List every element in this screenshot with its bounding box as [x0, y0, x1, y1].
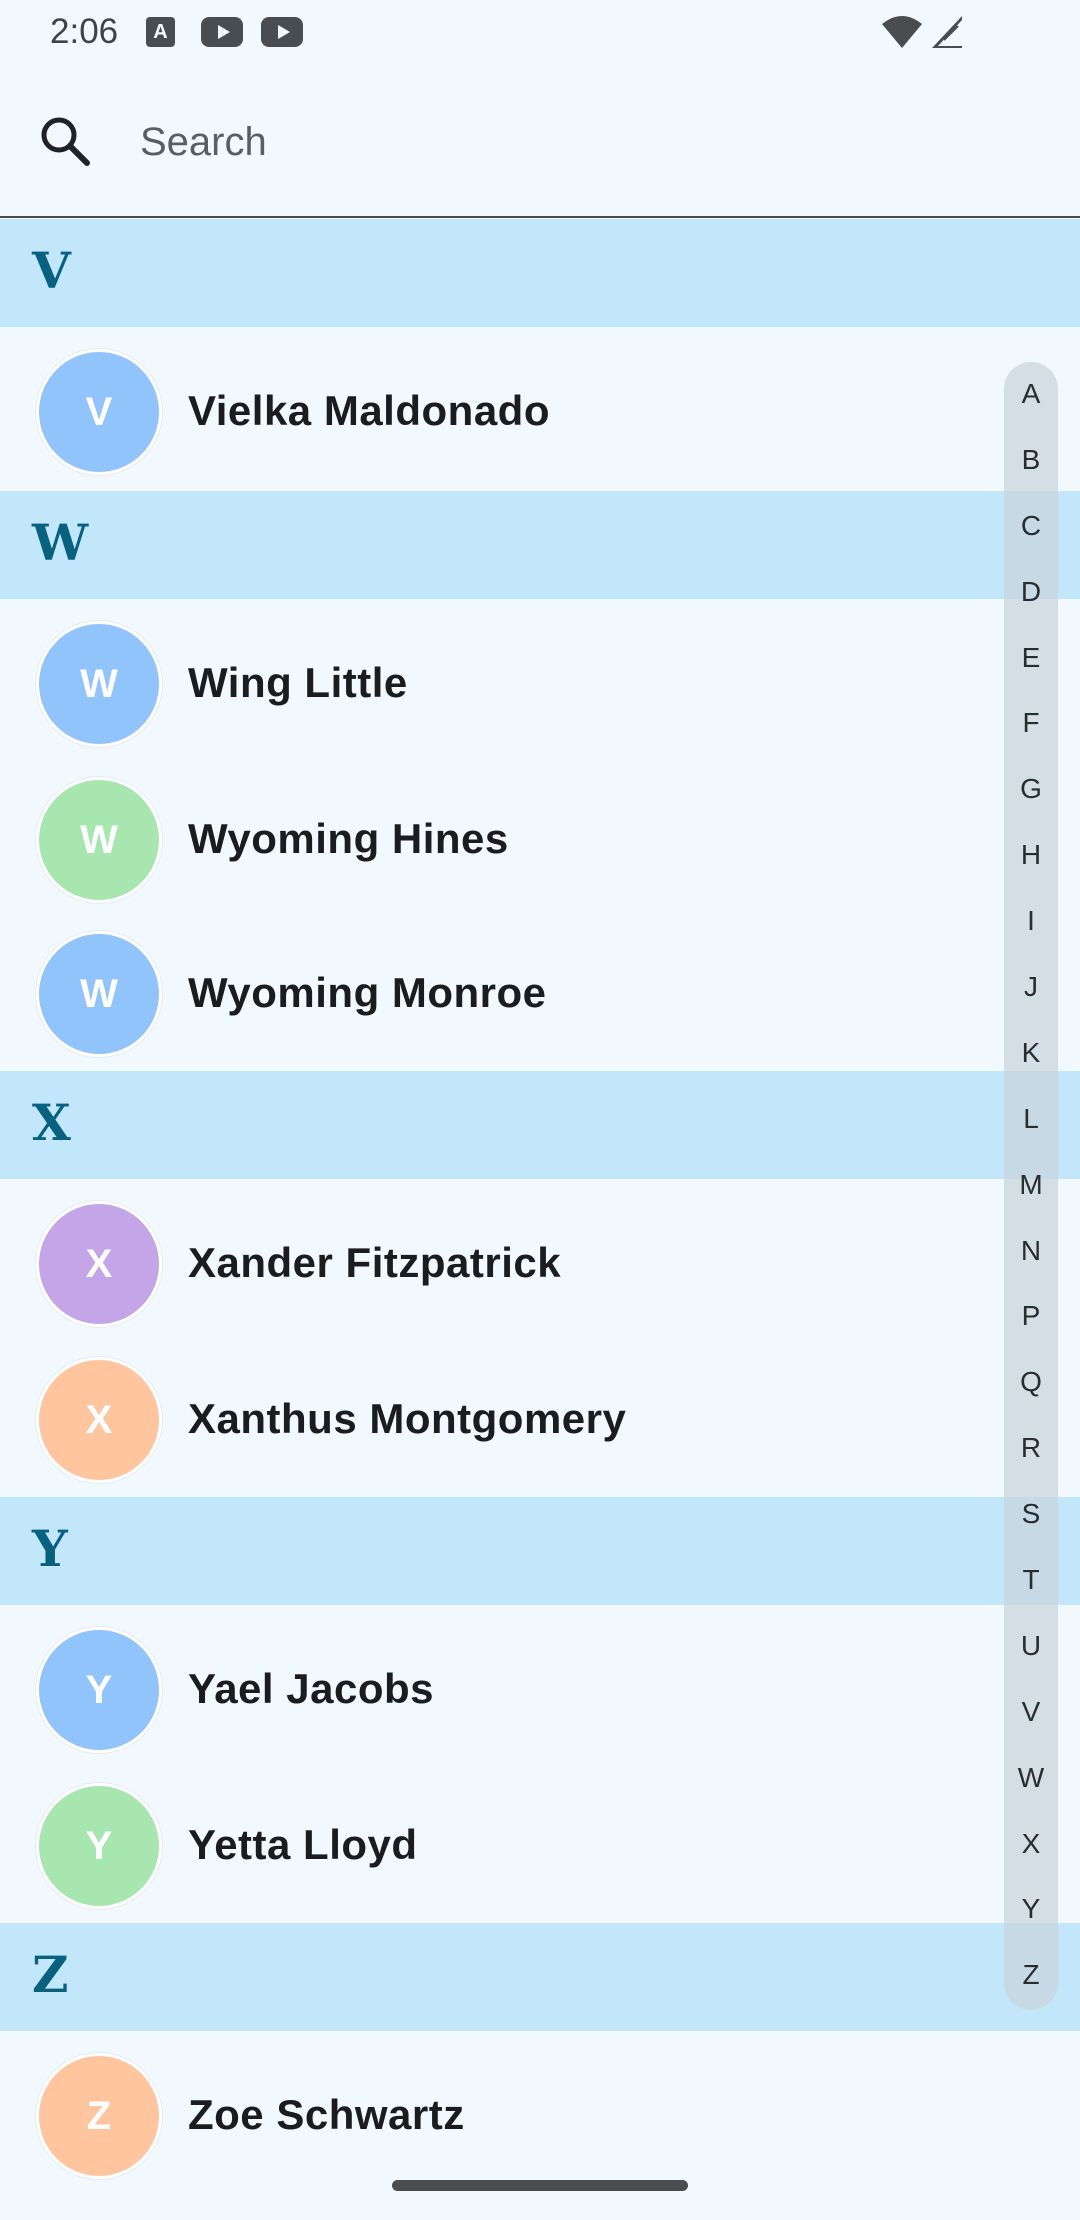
- alphabet-index-letter[interactable]: A: [1004, 374, 1058, 440]
- avatar: Z: [36, 2053, 162, 2179]
- alphabet-index-letter[interactable]: M: [1004, 1165, 1058, 1231]
- alphabet-index-letter[interactable]: V: [1004, 1692, 1058, 1758]
- alphabet-index-letter[interactable]: R: [1004, 1428, 1058, 1494]
- section-letter: Z: [32, 1945, 69, 2004]
- contact-name: Wyoming Hines: [188, 815, 509, 862]
- alphabet-index-letter[interactable]: C: [1004, 506, 1058, 572]
- section-header: Y: [0, 1497, 1080, 1605]
- contact-list[interactable]: V V Vielka Maldonado W W Wing Little W Wyoming …: [0, 219, 1080, 2195]
- search-input[interactable]: [140, 102, 1020, 182]
- section-letter: X: [32, 1093, 71, 1152]
- section-letter: W: [32, 513, 89, 572]
- contact-row[interactable]: Y Yael Jacobs: [0, 1605, 1080, 1769]
- search-icon[interactable]: [38, 114, 92, 168]
- alphabet-index-letter[interactable]: S: [1004, 1494, 1058, 1560]
- alphabet-index-letter[interactable]: Q: [1004, 1362, 1058, 1428]
- contact-row[interactable]: X Xander Fitzpatrick: [0, 1179, 1080, 1343]
- alphabet-index[interactable]: ABCDEFGHIJKLMNPQRSTUVWXYZ: [1004, 362, 1058, 2010]
- alphabet-index-letter[interactable]: I: [1004, 901, 1058, 967]
- contact-row[interactable]: Z Zoe Schwartz: [0, 2031, 1080, 2195]
- contact-name: Xanthus Montgomery: [188, 1395, 627, 1442]
- avatar: W: [36, 931, 162, 1057]
- alphabet-index-letter[interactable]: L: [1004, 1099, 1058, 1165]
- contact-name: Yetta Lloyd: [188, 1821, 418, 1868]
- contacts-screen: 2:06 A VVVielka MaldonadoWWWing LittleWW…: [0, 0, 1080, 2220]
- alphabet-index-letter[interactable]: G: [1004, 769, 1058, 835]
- alphabet-index-letter[interactable]: E: [1004, 638, 1058, 704]
- section-header: Z: [0, 1923, 1080, 2031]
- wifi-icon: [882, 16, 922, 48]
- alphabet-index-letter[interactable]: J: [1004, 967, 1058, 1033]
- contact-row[interactable]: Y Yetta Lloyd: [0, 1769, 1080, 1923]
- section-letter: Y: [32, 1519, 68, 1578]
- contact-name: Wyoming Monroe: [188, 969, 547, 1016]
- contact-row[interactable]: W Wing Little: [0, 599, 1080, 763]
- alphabet-index-letter[interactable]: X: [1004, 1824, 1058, 1890]
- alphabet-index-letter[interactable]: W: [1004, 1758, 1058, 1824]
- text-a-icon: A: [146, 17, 175, 47]
- youtube-icon: [201, 17, 243, 47]
- search-bar: [0, 66, 1080, 218]
- section-header: V: [0, 219, 1080, 327]
- alphabet-index-letter[interactable]: N: [1004, 1231, 1058, 1297]
- avatar: V: [36, 349, 162, 475]
- alphabet-index-letter[interactable]: K: [1004, 1033, 1058, 1099]
- alphabet-index-letter[interactable]: B: [1004, 440, 1058, 506]
- contact-name: Zoe Schwartz: [188, 2091, 465, 2138]
- alphabet-index-letter[interactable]: P: [1004, 1296, 1058, 1362]
- avatar: W: [36, 621, 162, 747]
- status-bar: 2:06 A: [0, 0, 1080, 66]
- avatar: Y: [36, 1783, 162, 1909]
- alphabet-index-letter[interactable]: T: [1004, 1560, 1058, 1626]
- alphabet-index-letter[interactable]: Z: [1004, 1955, 1058, 2021]
- signal-icon: [932, 16, 962, 48]
- contact-name: Xander Fitzpatrick: [188, 1239, 562, 1286]
- status-time: 2:06: [50, 12, 119, 51]
- avatar: X: [36, 1357, 162, 1483]
- contact-row[interactable]: X Xanthus Montgomery: [0, 1343, 1080, 1497]
- contact-name: Wing Little: [188, 659, 408, 706]
- youtube-icon: [261, 17, 303, 47]
- section-header: X: [0, 1071, 1080, 1179]
- alphabet-index-letter[interactable]: U: [1004, 1626, 1058, 1692]
- contact-row[interactable]: W Wyoming Monroe: [0, 917, 1080, 1071]
- section-letter: V: [32, 241, 71, 300]
- contact-row[interactable]: V Vielka Maldonado: [0, 327, 1080, 491]
- avatar: X: [36, 1201, 162, 1327]
- contact-row[interactable]: W Wyoming Hines: [0, 763, 1080, 917]
- avatar: Y: [36, 1627, 162, 1753]
- contact-name: Yael Jacobs: [188, 1665, 434, 1712]
- avatar: W: [36, 777, 162, 903]
- alphabet-index-letter[interactable]: Y: [1004, 1889, 1058, 1955]
- home-indicator[interactable]: [392, 2180, 688, 2191]
- contact-name: Vielka Maldonado: [188, 387, 550, 434]
- section-header: W: [0, 491, 1080, 599]
- alphabet-index-letter[interactable]: D: [1004, 572, 1058, 638]
- alphabet-index-letter[interactable]: F: [1004, 703, 1058, 769]
- alphabet-index-letter[interactable]: H: [1004, 835, 1058, 901]
